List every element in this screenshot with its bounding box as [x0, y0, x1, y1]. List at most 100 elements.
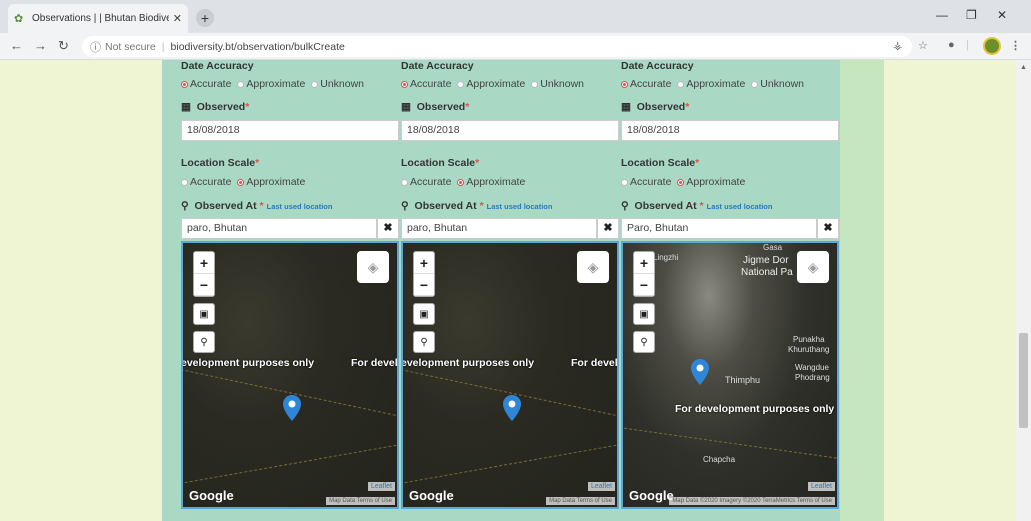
radio-scale-approximate[interactable]: Approximate — [237, 176, 305, 188]
observed-label: ▦ Observed* — [181, 101, 250, 113]
profile-avatar[interactable] — [983, 37, 1001, 55]
google-logo: Google — [629, 488, 674, 503]
observed-label: ▦ Observed* — [401, 101, 470, 113]
zoom-control: + − — [413, 251, 435, 297]
dev-watermark-left: evelopment purposes only — [401, 357, 535, 369]
radio-unknown[interactable]: Unknown — [311, 78, 364, 90]
map-place-chapcha: Chapcha — [703, 455, 736, 464]
date-accuracy-label: Date Accuracy — [621, 60, 694, 72]
layers-icon[interactable]: ◈ — [357, 251, 389, 283]
map-attribution[interactable]: Map Data Terms of Use — [326, 497, 395, 505]
dev-watermark-right: For develo — [351, 357, 399, 369]
locate-icon[interactable]: ⚲ — [633, 331, 655, 353]
extension-icon[interactable]: ● — [948, 39, 955, 51]
scroll-thumb[interactable] — [1019, 333, 1028, 428]
close-window-icon[interactable]: ✕ — [997, 8, 1007, 22]
leaflet-link[interactable]: Leaflet — [587, 482, 615, 491]
location-input[interactable]: paro, Bhutan — [181, 218, 377, 239]
clear-location-button[interactable]: ✖ — [377, 218, 399, 239]
page-body: Date Accuracy Accurate Approximate Unkno… — [0, 60, 1016, 521]
browser-tab-bar: ✿ Observations | | Bhutan Biodivers ✕ + … — [0, 0, 1031, 33]
radio-accurate[interactable]: Accurate — [621, 78, 671, 90]
layers-icon[interactable]: ◈ — [797, 251, 829, 283]
date-accuracy-label: Date Accuracy — [401, 60, 474, 72]
back-arrow-icon[interactable]: ← — [10, 38, 23, 53]
map-marker-icon: ⚲ — [621, 200, 629, 212]
map-place-phodrang: Phodrang — [795, 373, 830, 382]
browser-toolbar: ← → ↻ ⓘ Not secure | biodiversity.bt/obs… — [0, 33, 1031, 60]
fullscreen-icon[interactable]: ▣ — [633, 303, 655, 325]
radio-scale-approximate[interactable]: Approximate — [677, 176, 745, 188]
radio-approximate[interactable]: Approximate — [237, 78, 305, 90]
map-road — [183, 442, 397, 485]
map-place-khuruthang: Khuruthang — [788, 345, 830, 354]
leaflet-link[interactable]: Leaflet — [367, 482, 395, 491]
scroll-up-icon[interactable]: ▲ — [1020, 64, 1027, 71]
layers-icon[interactable]: ◈ — [577, 251, 609, 283]
location-scale-label: Location Scale* — [621, 157, 700, 169]
observed-at-label: ⚲ Observed At * Last used location — [401, 200, 553, 212]
minimize-icon[interactable]: — — [936, 8, 948, 22]
radio-approximate[interactable]: Approximate — [457, 78, 525, 90]
calendar-icon: ▦ — [401, 101, 411, 113]
location-map[interactable]: + − ▣ ⚲ ◈ evelopment purposes only For d… — [401, 241, 619, 509]
zoom-out-button[interactable]: − — [194, 274, 214, 296]
observed-date-input[interactable]: 18/08/2018 — [621, 120, 839, 141]
location-map[interactable]: + − ▣ ⚲ ◈ evelopment purposes only For d… — [181, 241, 399, 509]
location-pin-icon[interactable] — [283, 395, 301, 421]
restore-icon[interactable]: ❐ — [966, 8, 977, 22]
clear-location-button[interactable]: ✖ — [817, 218, 839, 239]
zoom-in-button[interactable]: + — [634, 252, 654, 274]
last-used-location-link[interactable]: Last used location — [267, 202, 333, 211]
map-marker-icon: ⚲ — [181, 200, 189, 212]
browser-tab[interactable]: ✿ Observations | | Bhutan Biodivers ✕ — [8, 4, 188, 33]
map-attribution[interactable]: Map Data ©2020 Imagery ©2020 TerraMetric… — [669, 497, 835, 505]
url-separator: | — [161, 40, 165, 53]
key-icon[interactable]: ⚶ — [893, 39, 902, 52]
menu-icon[interactable]: ⋮ — [1010, 39, 1021, 52]
radio-unknown[interactable]: Unknown — [531, 78, 584, 90]
forward-arrow-icon[interactable]: → — [34, 38, 47, 53]
observed-date-input[interactable]: 18/08/2018 — [401, 120, 619, 141]
last-used-location-link[interactable]: Last used location — [487, 202, 553, 211]
star-icon[interactable]: ☆ — [918, 39, 928, 52]
location-map[interactable]: Gasa Jigme Dor National Pa Lingzhi Punak… — [621, 241, 839, 509]
zoom-in-button[interactable]: + — [194, 252, 214, 274]
map-place-jigme: Jigme Dor — [743, 255, 789, 266]
page-scrollbar[interactable]: ▲ — [1016, 60, 1031, 521]
fullscreen-icon[interactable]: ▣ — [413, 303, 435, 325]
location-pin-icon[interactable] — [691, 359, 709, 385]
form-edge — [840, 60, 884, 521]
zoom-out-button[interactable]: − — [414, 274, 434, 296]
radio-approximate[interactable]: Approximate — [677, 78, 745, 90]
locate-icon[interactable]: ⚲ — [193, 331, 215, 353]
zoom-in-button[interactable]: + — [414, 252, 434, 274]
map-attribution[interactable]: Map Data Terms of Use — [546, 497, 615, 505]
leaflet-link[interactable]: Leaflet — [807, 482, 835, 491]
locate-icon[interactable]: ⚲ — [413, 331, 435, 353]
date-accuracy-label: Date Accuracy — [181, 60, 254, 72]
radio-unknown[interactable]: Unknown — [751, 78, 804, 90]
observed-at-label: ⚲ Observed At * Last used location — [181, 200, 333, 212]
radio-scale-accurate[interactable]: Accurate — [401, 176, 451, 188]
radio-accurate[interactable]: Accurate — [181, 78, 231, 90]
info-icon[interactable]: ⓘ — [90, 39, 101, 55]
zoom-out-button[interactable]: − — [634, 274, 654, 296]
clear-location-button[interactable]: ✖ — [597, 218, 619, 239]
radio-scale-approximate[interactable]: Approximate — [457, 176, 525, 188]
radio-accurate[interactable]: Accurate — [401, 78, 451, 90]
location-input[interactable]: Paro, Bhutan — [621, 218, 817, 239]
new-tab-button[interactable]: + — [196, 9, 214, 27]
radio-scale-accurate[interactable]: Accurate — [181, 176, 231, 188]
location-pin-icon[interactable] — [503, 395, 521, 421]
fullscreen-icon[interactable]: ▣ — [193, 303, 215, 325]
radio-scale-accurate[interactable]: Accurate — [621, 176, 671, 188]
reload-icon[interactable]: ↻ — [58, 38, 69, 54]
observed-date-input[interactable]: 18/08/2018 — [181, 120, 399, 141]
tab-close-icon[interactable]: ✕ — [173, 12, 182, 25]
address-bar[interactable]: ⓘ Not secure | biodiversity.bt/observati… — [82, 36, 912, 57]
location-scale-label: Location Scale* — [401, 157, 480, 169]
dev-watermark-right: For develo — [571, 357, 619, 369]
location-input[interactable]: paro, Bhutan — [401, 218, 597, 239]
last-used-location-link[interactable]: Last used location — [707, 202, 773, 211]
